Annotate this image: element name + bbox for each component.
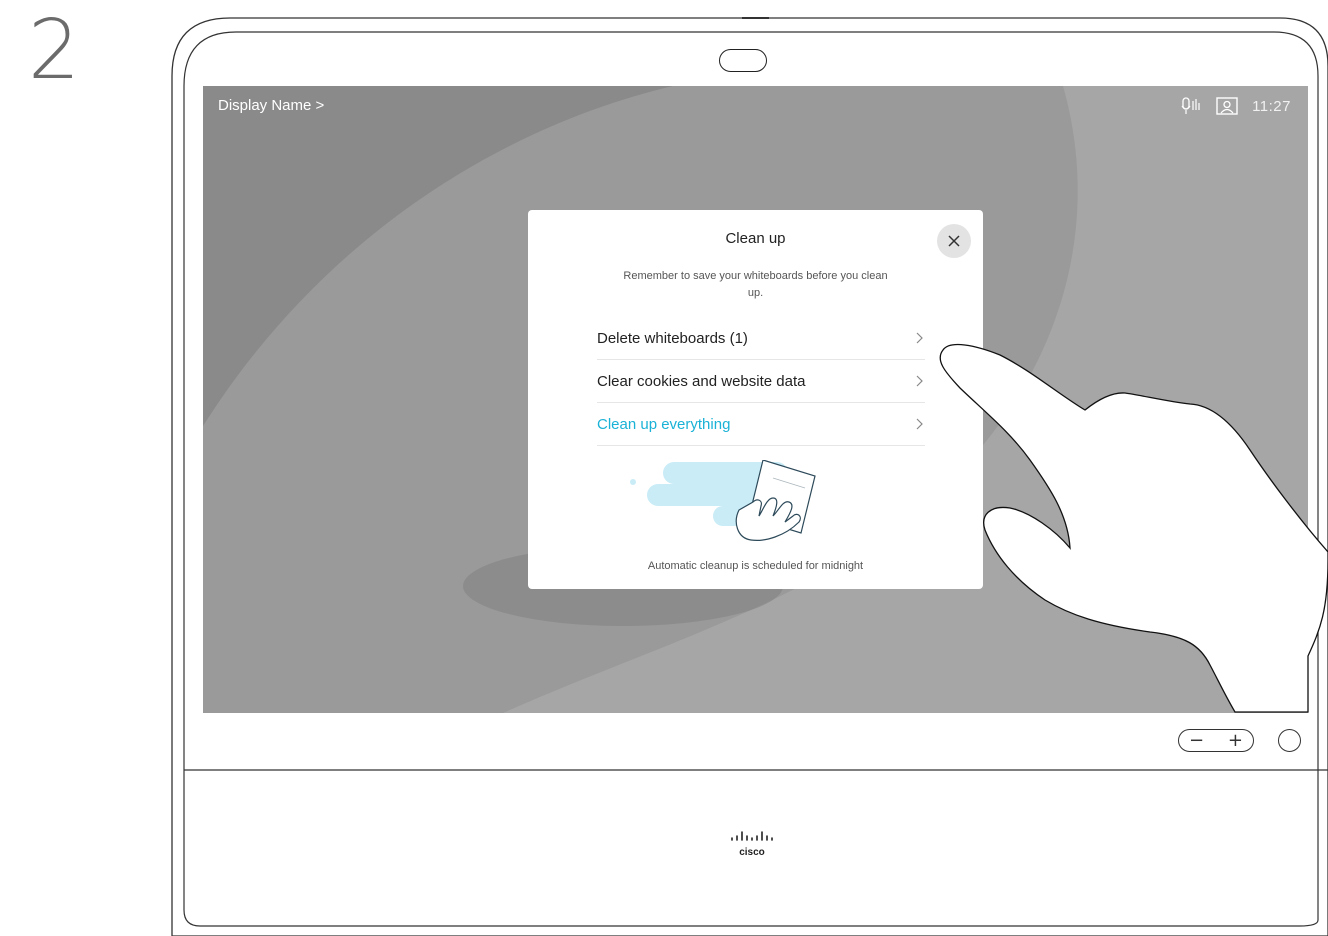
touch-screen: Display Name > 11:27 Clean up Remember t… [203,86,1308,713]
option-label: Delete whiteboards (1) [597,329,748,347]
chevron-right-icon [916,418,923,430]
cleanup-illustration [630,460,816,541]
cisco-logo: cisco [731,831,773,858]
volume-down-button[interactable]: − [1189,731,1204,750]
self-view-icon[interactable] [1216,96,1238,116]
clock: 11:27 [1252,97,1291,115]
volume-control: − + [1178,729,1254,752]
home-button[interactable] [1278,729,1301,752]
option-label: Clear cookies and website data [597,372,806,390]
cleanup-dialog: Clean up Remember to save your whiteboar… [528,210,983,589]
delete-whiteboards-option[interactable]: Delete whiteboards (1) [597,317,925,360]
close-icon [948,235,960,247]
dialog-footer: Automatic cleanup is scheduled for midni… [647,560,864,572]
clear-cookies-option[interactable]: Clear cookies and website data [597,360,925,403]
option-label: Clean up everything [597,415,731,433]
close-button[interactable] [937,224,971,258]
display-name[interactable]: Display Name > [218,97,324,114]
option-list: Delete whiteboards (1) Clear cookies and… [597,317,925,446]
chevron-right-icon [916,375,923,387]
dialog-subtitle: Remember to save your whiteboards before… [623,270,888,299]
status-area: 11:27 [1180,96,1291,116]
dialog-title: Clean up [725,230,786,247]
volume-up-button[interactable]: + [1228,731,1243,750]
cisco-logo-text: cisco [739,847,765,858]
chevron-right-icon [916,332,923,344]
mic-activity-icon[interactable] [1180,96,1202,116]
clean-up-everything-option[interactable]: Clean up everything [597,403,925,446]
camera [719,49,767,72]
